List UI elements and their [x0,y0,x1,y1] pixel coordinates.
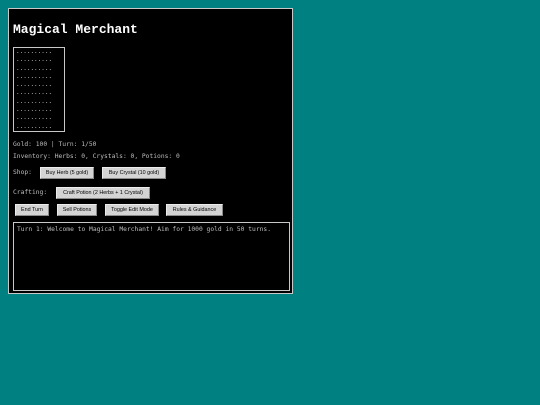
buy-herb-button[interactable]: Buy Herb (5 gold) [40,167,94,179]
sell-potions-button[interactable]: Sell Potions [57,204,97,216]
crafting-label: Crafting: [13,189,48,196]
end-turn-button[interactable]: End Turn [15,204,49,216]
buy-crystal-button[interactable]: Buy Crystal (10 gold) [102,167,166,179]
shop-label: Shop: [13,169,32,176]
craft-potion-button[interactable]: Craft Potion (2 Herbs + 1 Crystal) [56,187,150,199]
game-window: Magical Merchant .......... .......... .… [8,8,293,294]
rules-guidance-button[interactable]: Rules & Guidance [166,204,223,216]
toggle-edit-mode-button[interactable]: Toggle Edit Mode [105,204,159,216]
status-line: Gold: 100 | Turn: 1/50 [13,141,97,148]
log-entry: Turn 1: Welcome to Magical Merchant! Aim… [17,226,272,233]
game-title: Magical Merchant [13,22,138,37]
message-log: Turn 1: Welcome to Magical Merchant! Aim… [13,222,290,291]
map-grid[interactable]: .......... .......... .......... .......… [13,47,65,132]
inventory-line: Inventory: Herbs: 0, Crystals: 0, Potion… [13,153,180,160]
